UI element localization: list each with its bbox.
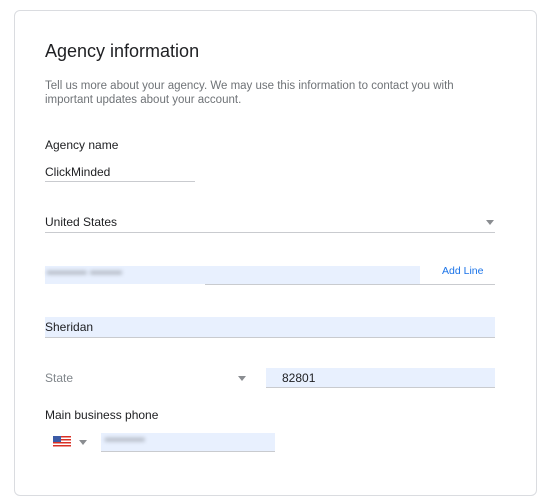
phone-label: Main business phone xyxy=(45,408,159,422)
state-placeholder: State xyxy=(45,371,74,385)
zip-underline xyxy=(266,387,495,388)
agency-info-card: Agency information Tell us more about yo… xyxy=(14,10,537,496)
address-value: •••••••••• •••••••• xyxy=(47,268,123,279)
state-select[interactable]: State xyxy=(45,367,250,389)
agency-name-value: ClickMinded xyxy=(45,165,111,179)
agency-name-field[interactable]: ClickMinded xyxy=(45,161,195,185)
phone-input[interactable]: •••••••••• xyxy=(101,433,275,451)
page-description: Tell us more about your agency. We may u… xyxy=(45,80,454,106)
address-underline xyxy=(205,284,495,285)
address-input[interactable]: •••••••••• •••••••• xyxy=(45,266,420,284)
agency-name-underline xyxy=(45,181,195,182)
us-flag-icon xyxy=(53,436,71,447)
city-underline xyxy=(45,337,495,338)
add-line-button[interactable]: Add Line xyxy=(442,265,483,277)
page-title: Agency information xyxy=(45,41,200,61)
country-select[interactable]: United States xyxy=(45,211,495,233)
phone-underline xyxy=(101,451,275,452)
zip-value: 82801 xyxy=(282,371,316,385)
chevron-down-icon xyxy=(486,220,494,225)
phone-value: •••••••••• xyxy=(105,435,146,446)
zip-input[interactable]: 82801 xyxy=(266,368,495,387)
phone-country-select[interactable] xyxy=(51,433,93,451)
country-value: United States xyxy=(45,215,118,229)
country-underline xyxy=(45,232,495,233)
chevron-down-icon xyxy=(79,440,87,445)
chevron-down-icon xyxy=(238,376,246,381)
city-value: Sheridan xyxy=(45,320,94,334)
agency-name-label: Agency name xyxy=(45,138,119,152)
city-input[interactable]: Sheridan xyxy=(45,317,495,337)
